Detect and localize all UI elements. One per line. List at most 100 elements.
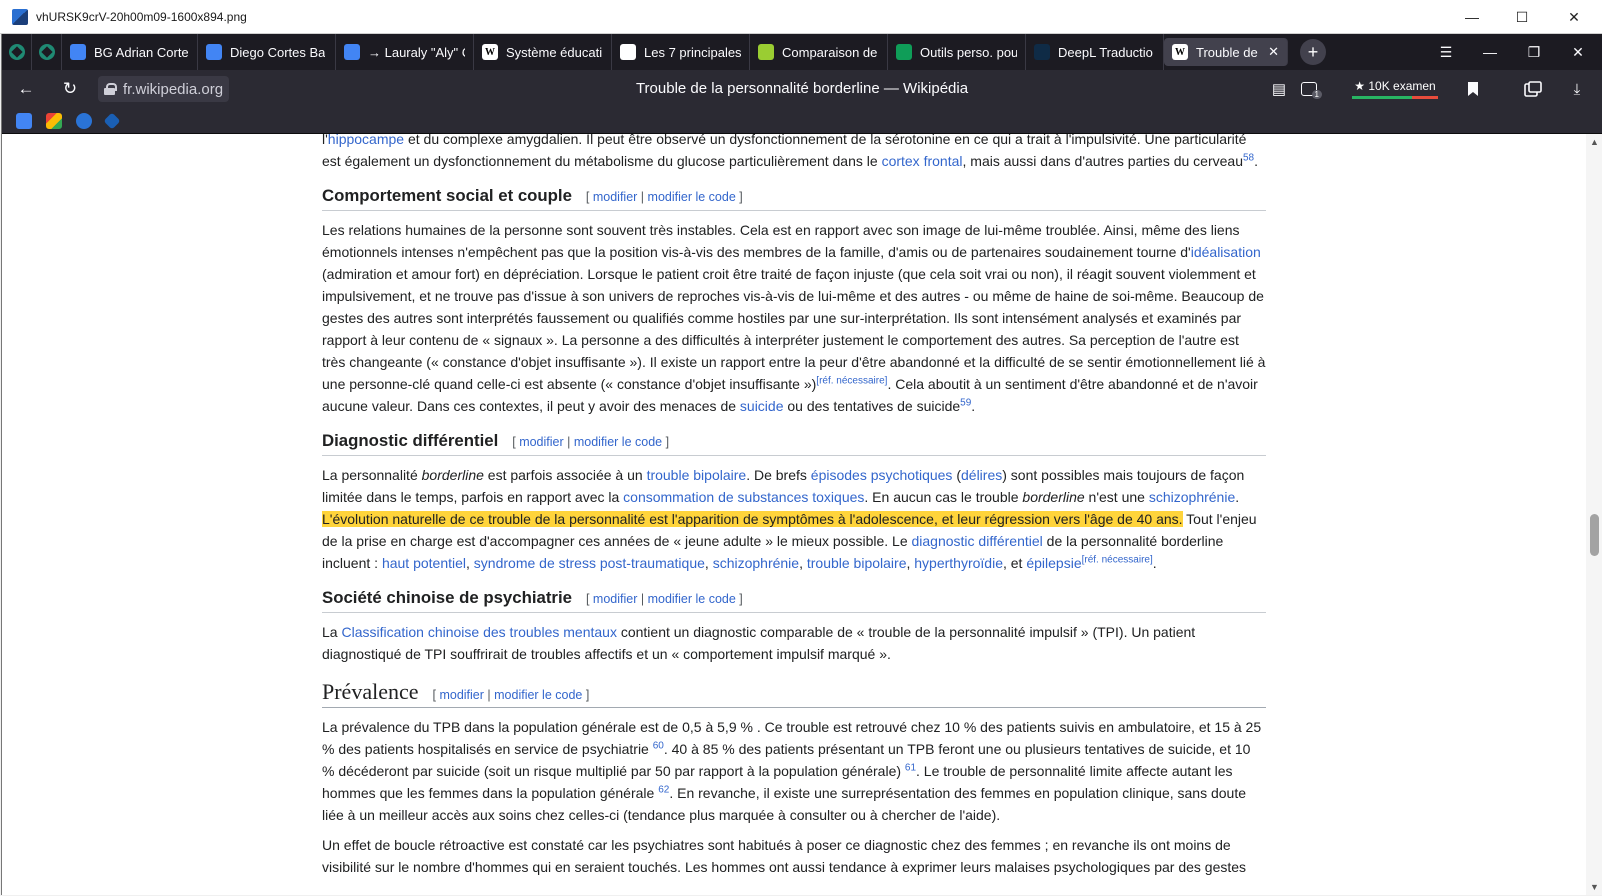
browser-minimize-button[interactable]: — bbox=[1468, 34, 1512, 70]
link-suicide[interactable]: suicide bbox=[740, 398, 784, 414]
tab-9[interactable]: W Trouble de la p ✕ bbox=[1164, 38, 1288, 66]
tab-label: → Lauraly "Aly" C bbox=[368, 44, 465, 60]
navigation-bar: ← ↻ fr.wikipedia.org Trouble de la perso… bbox=[2, 70, 1602, 108]
link-trouble-bipolaire-2[interactable]: trouble bipolaire bbox=[807, 555, 907, 571]
paragraph-comportement-social: Les relations humaines de la personne so… bbox=[322, 222, 1266, 414]
window-close-button[interactable]: ✕ bbox=[1550, 0, 1598, 34]
bookmarks-bar bbox=[2, 108, 1602, 134]
link-consommation-substances[interactable]: consommation de substances toxiques bbox=[623, 489, 864, 505]
heading-diagnostic-differentiel: Diagnostic différentiel [ modifier | mod… bbox=[322, 431, 1266, 456]
pinned-tab-1[interactable] bbox=[2, 34, 32, 70]
tab-5[interactable]: Les 7 principales bbox=[612, 34, 750, 70]
ref-61[interactable]: 61 bbox=[905, 762, 916, 773]
tab-6[interactable]: Comparaison de bbox=[750, 34, 888, 70]
tab-label: Comparaison de bbox=[782, 44, 878, 60]
window-title-bar: vhURSK9crV-20h00m09-1600x894.png — ☐ ✕ bbox=[0, 0, 1602, 34]
edit-code-link[interactable]: modifier le code bbox=[494, 688, 582, 702]
scrollbar-thumb[interactable] bbox=[1590, 514, 1599, 556]
download-icon[interactable]: ⤓ bbox=[1568, 80, 1586, 98]
url-text: fr.wikipedia.org bbox=[123, 80, 224, 98]
link-sspt[interactable]: syndrome de stress post-traumatique bbox=[474, 555, 705, 571]
ref-needed-link[interactable]: [réf. nécessaire] bbox=[1082, 554, 1153, 565]
browser-restore-button[interactable]: ❐ bbox=[1512, 34, 1556, 70]
link-schizophrenie[interactable]: schizophrénie bbox=[1149, 489, 1235, 505]
edit-links: [ modifier | modifier le code ] bbox=[585, 190, 743, 204]
tab-bar: BG Adrian Corte Diego Cortes Ba → Lauraly … bbox=[2, 34, 1602, 70]
edit-link[interactable]: modifier bbox=[519, 435, 563, 449]
edit-link[interactable]: modifier bbox=[593, 592, 637, 606]
paragraph-diagnostic-differentiel: La personnalité borderline est parfois a… bbox=[322, 467, 1257, 571]
ref-59[interactable]: 59 bbox=[960, 397, 971, 408]
edit-links: [ modifier | modifier le code ] bbox=[512, 435, 670, 449]
leaf-icon bbox=[758, 44, 774, 60]
link-haut-potentiel[interactable]: haut potentiel bbox=[382, 555, 466, 571]
tab-label: Outils perso. pou bbox=[920, 44, 1017, 60]
edit-code-link[interactable]: modifier le code bbox=[574, 435, 662, 449]
tab-4[interactable]: W Système éducati bbox=[474, 34, 612, 70]
browser-window: BG Adrian Corte Diego Cortes Ba → Lauraly … bbox=[1, 34, 1602, 895]
tab-label: Trouble de la p bbox=[1196, 44, 1260, 60]
reload-button[interactable]: ↻ bbox=[50, 70, 90, 108]
heading-comportement-social: Comportement social et couple [ modifier… bbox=[322, 186, 1266, 211]
tab-1[interactable]: BG Adrian Corte bbox=[62, 34, 198, 70]
extension-badge: 1 bbox=[1311, 90, 1322, 99]
link-hyperthyroidie[interactable]: hyperthyroïdie bbox=[914, 555, 1003, 571]
link-classification-chinoise[interactable]: Classification chinoise des troubles men… bbox=[341, 624, 616, 640]
link-schizophrenie-2[interactable]: schizophrénie bbox=[713, 555, 799, 571]
link-epilepsie[interactable]: épilepsie bbox=[1026, 555, 1081, 571]
gmail-bookmark-icon[interactable] bbox=[46, 112, 62, 129]
scroll-down-arrow[interactable]: ▼ bbox=[1590, 882, 1599, 892]
list-all-tabs-button[interactable]: ☰ bbox=[1424, 34, 1468, 70]
tab-2[interactable]: Diego Cortes Ba bbox=[198, 34, 336, 70]
tab-7[interactable]: Outils perso. pou bbox=[888, 34, 1026, 70]
app-bookmark-icon[interactable] bbox=[103, 112, 121, 129]
deepl-icon bbox=[1034, 44, 1050, 60]
edit-links: [ modifier | modifier le code ] bbox=[432, 688, 590, 702]
heading-societe-chinoise: Société chinoise de psychiatrie [ modifi… bbox=[322, 588, 1266, 613]
window-filename: vhURSK9crV-20h00m09-1600x894.png bbox=[36, 9, 247, 24]
edit-links: [ modifier | modifier le code ] bbox=[585, 592, 743, 606]
tab-close-button[interactable]: ✕ bbox=[1268, 44, 1279, 60]
link-cortex-frontal[interactable]: cortex frontal bbox=[882, 153, 963, 169]
browser-close-button[interactable]: ✕ bbox=[1556, 34, 1600, 70]
edge-bookmark-icon[interactable] bbox=[76, 112, 92, 129]
window-maximize-button[interactable]: ☐ bbox=[1498, 0, 1546, 34]
lock-icon bbox=[104, 83, 117, 95]
back-button[interactable]: ← bbox=[6, 70, 46, 108]
new-tab-button[interactable]: + bbox=[1300, 39, 1326, 65]
ref-58[interactable]: 58 bbox=[1243, 152, 1254, 163]
tab-label: Les 7 principales bbox=[644, 44, 741, 60]
reader-view-icon[interactable]: ▤ bbox=[1270, 80, 1288, 98]
edit-link[interactable]: modifier bbox=[439, 688, 483, 702]
link-trouble-bipolaire[interactable]: trouble bipolaire bbox=[647, 467, 747, 483]
paragraph-societe-chinoise: La Classification chinoise des troubles … bbox=[322, 624, 1196, 662]
link-diagnostic-differentiel[interactable]: diagnostic différentiel bbox=[912, 533, 1043, 549]
link-idealisation[interactable]: idéalisation bbox=[1191, 244, 1261, 260]
extension-icon[interactable]: 1 bbox=[1301, 82, 1322, 99]
vertical-scrollbar[interactable]: ▲ ▼ bbox=[1586, 134, 1602, 895]
link-hippocampe[interactable]: hippocampe bbox=[328, 134, 404, 147]
link-episodes-psychotiques[interactable]: épisodes psychotiques bbox=[811, 467, 953, 483]
pinned-tab-2[interactable] bbox=[32, 34, 62, 70]
ref-needed-link[interactable]: [réf. nécessaire] bbox=[816, 375, 887, 386]
edit-code-link[interactable]: modifier le code bbox=[648, 190, 736, 204]
extension-label: ★ 10K examen bbox=[1354, 79, 1436, 93]
image-viewer-icon bbox=[12, 8, 28, 25]
ref-60[interactable]: 60 bbox=[653, 740, 664, 751]
tab-label: BG Adrian Corte bbox=[94, 44, 189, 60]
article-body: l'hippocampe et du complexe amygdalien. … bbox=[322, 134, 1266, 886]
google-docs-bookmark-icon[interactable] bbox=[16, 112, 32, 129]
tab-3[interactable]: → Lauraly "Aly" C bbox=[336, 34, 474, 70]
bookmark-icon[interactable] bbox=[1464, 80, 1482, 98]
paragraph-prevalence-2: Un effet de boucle rétroactive est const… bbox=[322, 837, 1247, 875]
edit-link[interactable]: modifier bbox=[593, 190, 637, 204]
url-bar[interactable]: fr.wikipedia.org bbox=[98, 76, 230, 102]
scroll-up-arrow[interactable]: ▲ bbox=[1590, 137, 1599, 147]
tab-8[interactable]: DeepL Traductio bbox=[1026, 34, 1164, 70]
extension-10k-examen[interactable]: ★ 10K examen bbox=[1352, 76, 1438, 102]
ref-62[interactable]: 62 bbox=[658, 784, 669, 795]
window-minimize-button[interactable]: — bbox=[1448, 0, 1496, 34]
containers-icon[interactable] bbox=[1524, 80, 1542, 98]
link-delires[interactable]: délires bbox=[961, 467, 1002, 483]
edit-code-link[interactable]: modifier le code bbox=[648, 592, 736, 606]
